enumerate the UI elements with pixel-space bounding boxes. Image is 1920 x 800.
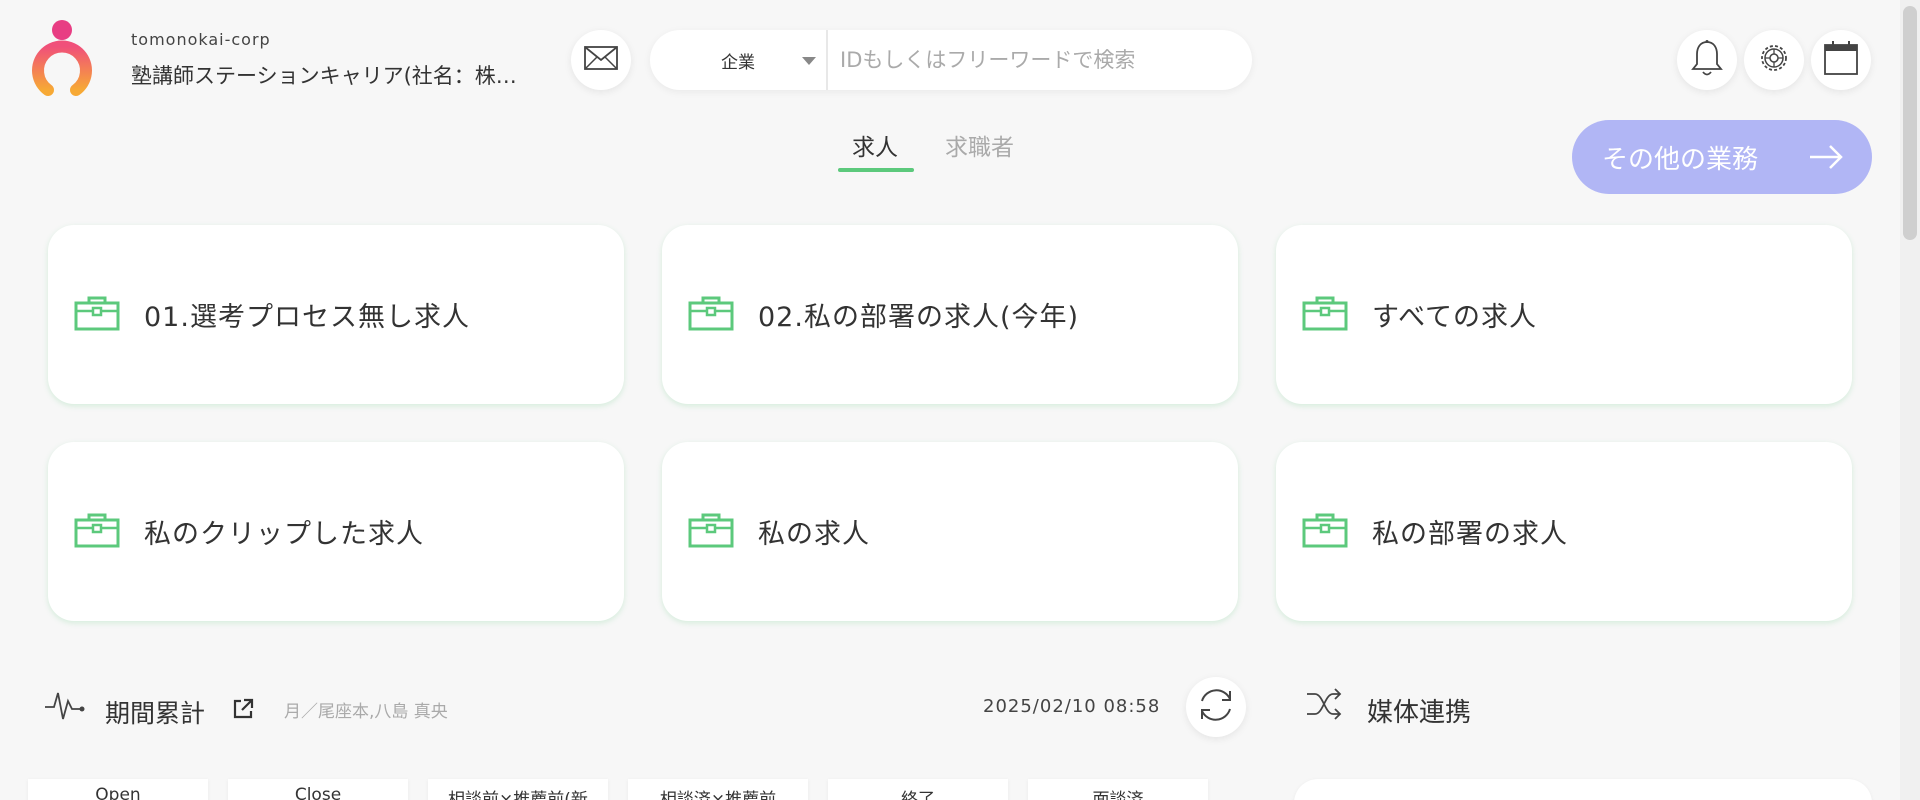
search-category-select[interactable]: 企業 (650, 30, 828, 90)
arrow-right-icon (1808, 140, 1844, 181)
job-list-card[interactable]: 私の部署の求人 (1276, 442, 1852, 621)
card-label: すべての求人 (1372, 302, 1538, 333)
settings-button[interactable] (1744, 30, 1804, 90)
refresh-icon (1194, 683, 1238, 731)
external-link-icon[interactable] (232, 698, 254, 724)
chevron-down-icon (802, 57, 816, 65)
media-integration-panel (1294, 779, 1872, 800)
notification-button[interactable] (1677, 30, 1737, 90)
briefcase-icon (1302, 512, 1348, 552)
pulse-icon (44, 687, 86, 727)
tab-job-seekers[interactable]: 求職者 (945, 128, 1014, 162)
status-tab[interactable]: 面談済 (1028, 779, 1208, 800)
job-list-card[interactable]: 02.私の部署の求人(今年) (662, 225, 1238, 404)
card-label: 01.選考プロセス無し求人 (144, 302, 470, 333)
briefcase-icon (74, 512, 120, 552)
job-list-card[interactable]: すべての求人 (1276, 225, 1852, 404)
org-name[interactable]: 塾講師ステーションキャリア(社名：株… (131, 60, 551, 90)
briefcase-icon (74, 295, 120, 335)
job-list-card[interactable]: 私の求人 (662, 442, 1238, 621)
scrollbar-thumb[interactable] (1903, 6, 1917, 240)
period-summary-title: 期間累計 (105, 699, 206, 728)
bell-icon (1690, 39, 1724, 81)
card-label: 私の求人 (758, 519, 870, 550)
calendar-icon (1823, 40, 1859, 80)
card-label: 私の部署の求人 (1372, 519, 1568, 550)
gear-icon (1756, 40, 1792, 80)
mail-button[interactable] (571, 30, 631, 90)
job-list-card[interactable]: 01.選考プロセス無し求人 (48, 225, 624, 404)
period-filter-summary: 月／尾座本,八島 真央 (284, 702, 448, 722)
company-logo[interactable] (30, 18, 94, 100)
other-tasks-button[interactable]: その他の業務 (1572, 120, 1872, 194)
status-tab[interactable]: Open (28, 779, 208, 800)
briefcase-icon (688, 512, 734, 552)
search-input[interactable] (828, 30, 1252, 90)
status-tab[interactable]: Close (228, 779, 408, 800)
search-category-value: 企業 (721, 52, 755, 73)
card-label: 私のクリップした求人 (144, 519, 424, 550)
status-tab[interactable]: 相談済×推薦前 (628, 779, 808, 800)
status-tab[interactable]: 相談前×推薦前(新 (428, 779, 608, 800)
tab-jobs[interactable]: 求人 (852, 128, 898, 162)
job-list-card[interactable]: 私のクリップした求人 (48, 442, 624, 621)
calendar-button[interactable] (1811, 30, 1871, 90)
other-tasks-label: その他の業務 (1602, 144, 1759, 175)
shuffle-icon (1305, 687, 1343, 725)
status-tab[interactable]: 終了 (828, 779, 1008, 800)
search-bar: 企業 (650, 30, 1252, 90)
briefcase-icon (688, 295, 734, 335)
briefcase-icon (1302, 295, 1348, 335)
media-integration-title: 媒体連携 (1367, 698, 1472, 728)
card-label: 02.私の部署の求人(今年) (758, 302, 1080, 333)
mail-icon (584, 46, 618, 74)
last-updated: 2025/02/10 08:58 (983, 696, 1161, 717)
active-tab-indicator (838, 168, 914, 172)
org-id: tomonokai-corp (131, 30, 271, 49)
refresh-button[interactable] (1186, 677, 1246, 737)
